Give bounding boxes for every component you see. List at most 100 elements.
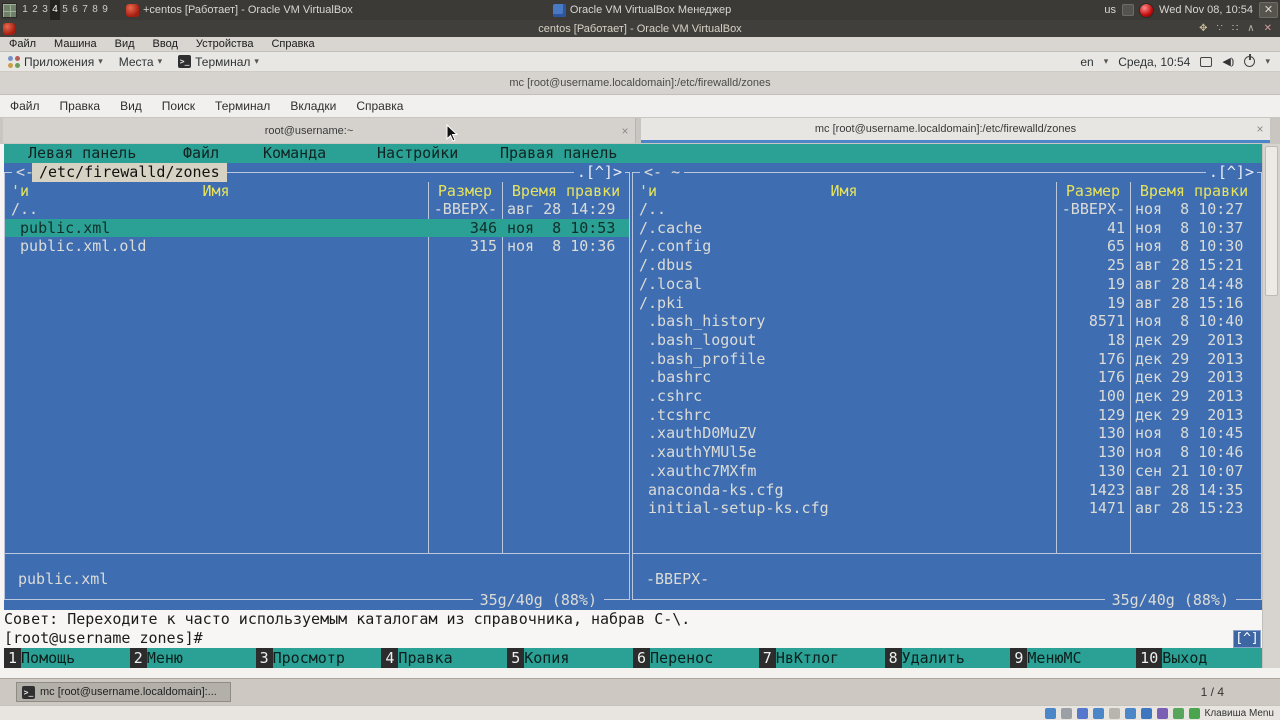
workspace-5[interactable]: 5 [60, 0, 70, 20]
pen-icon[interactable] [1093, 708, 1104, 719]
scrollbar-thumb[interactable] [1265, 146, 1278, 296]
workspace-4[interactable]: 4 [50, 0, 60, 20]
file-row-.xauthD0MuZV[interactable]: .xauthD0MuZV130ноя 8 10:45 [633, 424, 1261, 443]
fkey-2-Меню[interactable]: 2Меню [130, 648, 256, 668]
mc-menu-Правая панель[interactable]: Правая панель [500, 144, 617, 163]
workspace-8[interactable]: 8 [90, 0, 100, 20]
file-row-public.xml.old[interactable]: public.xml.old315ноя 8 10:36 [5, 237, 629, 256]
file-row-.cache[interactable]: /.cache41ноя 8 10:37 [633, 219, 1261, 238]
hdd-icon[interactable] [1045, 708, 1056, 719]
usb-icon[interactable] [1157, 708, 1168, 719]
mc-menu-Левая панель[interactable]: Левая панель [28, 144, 136, 163]
vb-menu-Устройства[interactable]: Устройства [187, 38, 263, 50]
shell-prompt[interactable]: [root@username zones]# [4, 629, 1262, 648]
terminal-menu-Справка[interactable]: Справка [346, 99, 413, 113]
workspace-1[interactable]: 1 [20, 0, 30, 20]
guest-taskbar-item-mc[interactable]: >_ mc [root@username.localdomain]:... [16, 682, 231, 702]
terminal-menu-Правка[interactable]: Правка [50, 99, 111, 113]
taskbar-item-centos-vm[interactable]: +centos [Работает] - Oracle VM VirtualBo… [120, 0, 359, 20]
column-header-size[interactable]: Размер [1056, 182, 1130, 201]
panel-corner-controls[interactable]: .[^]> [574, 163, 625, 182]
chevron-down-icon[interactable]: ▾ [1265, 56, 1270, 67]
column-header-name[interactable]: Имя [4, 182, 428, 201]
features-icon[interactable] [1173, 708, 1184, 719]
terminal-menu-Поиск[interactable]: Поиск [152, 99, 205, 113]
mouse-integration-icon[interactable] [1189, 708, 1200, 719]
terminal-menu-Терминал[interactable]: Терминал [205, 99, 280, 113]
vb-menu-Ввод[interactable]: Ввод [144, 38, 187, 50]
power-icon[interactable] [1244, 56, 1255, 67]
workspace-pager-icon[interactable] [2, 3, 17, 18]
panel-path[interactable]: /etc/firewalld/zones [32, 163, 227, 182]
panel-corner-controls[interactable]: .[^]> [1206, 163, 1257, 182]
vb-menu-Файл[interactable]: Файл [0, 38, 45, 50]
vb-menu-Вид[interactable]: Вид [106, 38, 144, 50]
guest-clock[interactable]: Среда, 10:54 [1118, 55, 1190, 69]
mc-menu-Файл[interactable]: Файл [183, 144, 219, 163]
file-row-anaconda-ks.cfg[interactable]: anaconda-ks.cfg1423авг 28 14:35 [633, 481, 1261, 500]
file-row-public.xml[interactable]: public.xml346ноя 8 10:53 [5, 219, 629, 238]
audio-icon[interactable] [1141, 708, 1152, 719]
workspace-3[interactable]: 3 [40, 0, 50, 20]
mc-menu-Настройки[interactable]: Настройки [377, 144, 458, 163]
workspace-7[interactable]: 7 [80, 0, 90, 20]
terminal-tab-shell[interactable]: root@username:~ × [3, 118, 636, 143]
fkey-6-Перенос[interactable]: 6Перенос [633, 648, 759, 668]
vm-window-button-2-icon[interactable]: ∵ [1217, 23, 1223, 34]
fkey-10-Выход[interactable]: 10Выход [1136, 648, 1262, 668]
workspace-9[interactable]: 9 [100, 0, 110, 20]
file-row-.dbus[interactable]: /.dbus25авг 28 15:21 [633, 256, 1261, 275]
mc-menu-Команда[interactable]: Команда [263, 144, 326, 163]
terminal-menu-Файл[interactable]: Файл [0, 99, 50, 113]
fkey-3-Просмотр[interactable]: 3Просмотр [256, 648, 382, 668]
fkey-9-МенюМС[interactable]: 9МенюМС [1010, 648, 1136, 668]
file-row-.xauthYMUl5e[interactable]: .xauthYMUl5e130ноя 8 10:46 [633, 443, 1261, 462]
scrollback-badge[interactable]: [^] [1233, 630, 1261, 648]
tab-close-icon[interactable]: × [1250, 122, 1270, 136]
places-menu[interactable]: Места ▾ [111, 52, 170, 72]
virtualbox-tray-icon[interactable] [1122, 4, 1134, 16]
column-header-size[interactable]: Размер [428, 182, 502, 201]
file-row-.cshrc[interactable]: .cshrc100дек 29 2013 [633, 387, 1261, 406]
file-row-.bash_profile[interactable]: .bash_profile176дек 29 2013 [633, 350, 1261, 369]
display-icon[interactable] [1125, 708, 1136, 719]
file-row-.xauthc7MXfm[interactable]: .xauthc7MXfm130сен 21 10:07 [633, 462, 1261, 481]
file-row-.pki[interactable]: /.pki19авг 28 15:16 [633, 294, 1261, 313]
fkey-1-Помощь[interactable]: 1Помощь [4, 648, 130, 668]
host-clock[interactable]: Wed Nov 08, 10:54 [1159, 4, 1253, 16]
terminal-menu-Вид[interactable]: Вид [110, 99, 152, 113]
guest-keyboard-layout[interactable]: en [1080, 55, 1093, 69]
fkey-7-НвКтлог[interactable]: 7НвКтлог [759, 648, 885, 668]
display-icon[interactable] [1200, 57, 1212, 67]
file-row-.local[interactable]: /.local19авг 28 14:48 [633, 275, 1261, 294]
workspace-2[interactable]: 2 [30, 0, 40, 20]
terminal-menu-Вкладки[interactable]: Вкладки [280, 99, 346, 113]
file-row-..[interactable]: /..-ВВЕРХ-ноя 8 10:27 [633, 200, 1261, 219]
file-row-initial-setup-ks.cfg[interactable]: initial-setup-ks.cfg1471авг 28 15:23 [633, 499, 1261, 518]
column-header-name[interactable]: Имя [632, 182, 1056, 201]
vm-window-button-1-icon[interactable]: ✥ [1199, 23, 1207, 34]
volume-icon[interactable]: ◀⦆ [1222, 55, 1234, 69]
file-row-.tcshrc[interactable]: .tcshrc129дек 29 2013 [633, 406, 1261, 425]
file-row-.bash_history[interactable]: .bash_history8571ноя 8 10:40 [633, 312, 1261, 331]
terminal-scrollbar[interactable] [1262, 144, 1280, 668]
terminal-titlebar[interactable]: mc [root@username.localdomain]:/etc/fire… [0, 72, 1280, 95]
panel-history-marker[interactable]: <- ~ [640, 163, 684, 182]
file-row-.bash_logout[interactable]: .bash_logout18дек 29 2013 [633, 331, 1261, 350]
column-header-time[interactable]: Время правки [1130, 182, 1258, 201]
vm-window-button-3-icon[interactable]: ∷ [1232, 23, 1238, 34]
keyboard-layout-indicator[interactable]: us [1104, 4, 1116, 16]
applications-menu[interactable]: Приложения ▾ [0, 52, 111, 72]
vm-window-button-4-icon[interactable]: ∧ [1247, 23, 1254, 34]
guest-workspace-indicator[interactable]: 1 / 4 [1201, 679, 1224, 706]
hostkey-indicator[interactable]: Клавиша Menu [1205, 708, 1275, 719]
network-icon[interactable] [1077, 708, 1088, 719]
fkey-8-Удалить[interactable]: 8Удалить [885, 648, 1011, 668]
column-header-time[interactable]: Время правки [502, 182, 630, 201]
vm-window-button-5-icon[interactable]: ✕ [1264, 23, 1272, 34]
workspace-6[interactable]: 6 [70, 0, 80, 20]
fkey-5-Копия[interactable]: 5Копия [507, 648, 633, 668]
vb-menu-Машина[interactable]: Машина [45, 38, 106, 50]
close-icon[interactable]: ✕ [1259, 2, 1278, 18]
taskbar-item-vbox-manager[interactable]: Oracle VM VirtualBox Менеджер [547, 0, 737, 20]
